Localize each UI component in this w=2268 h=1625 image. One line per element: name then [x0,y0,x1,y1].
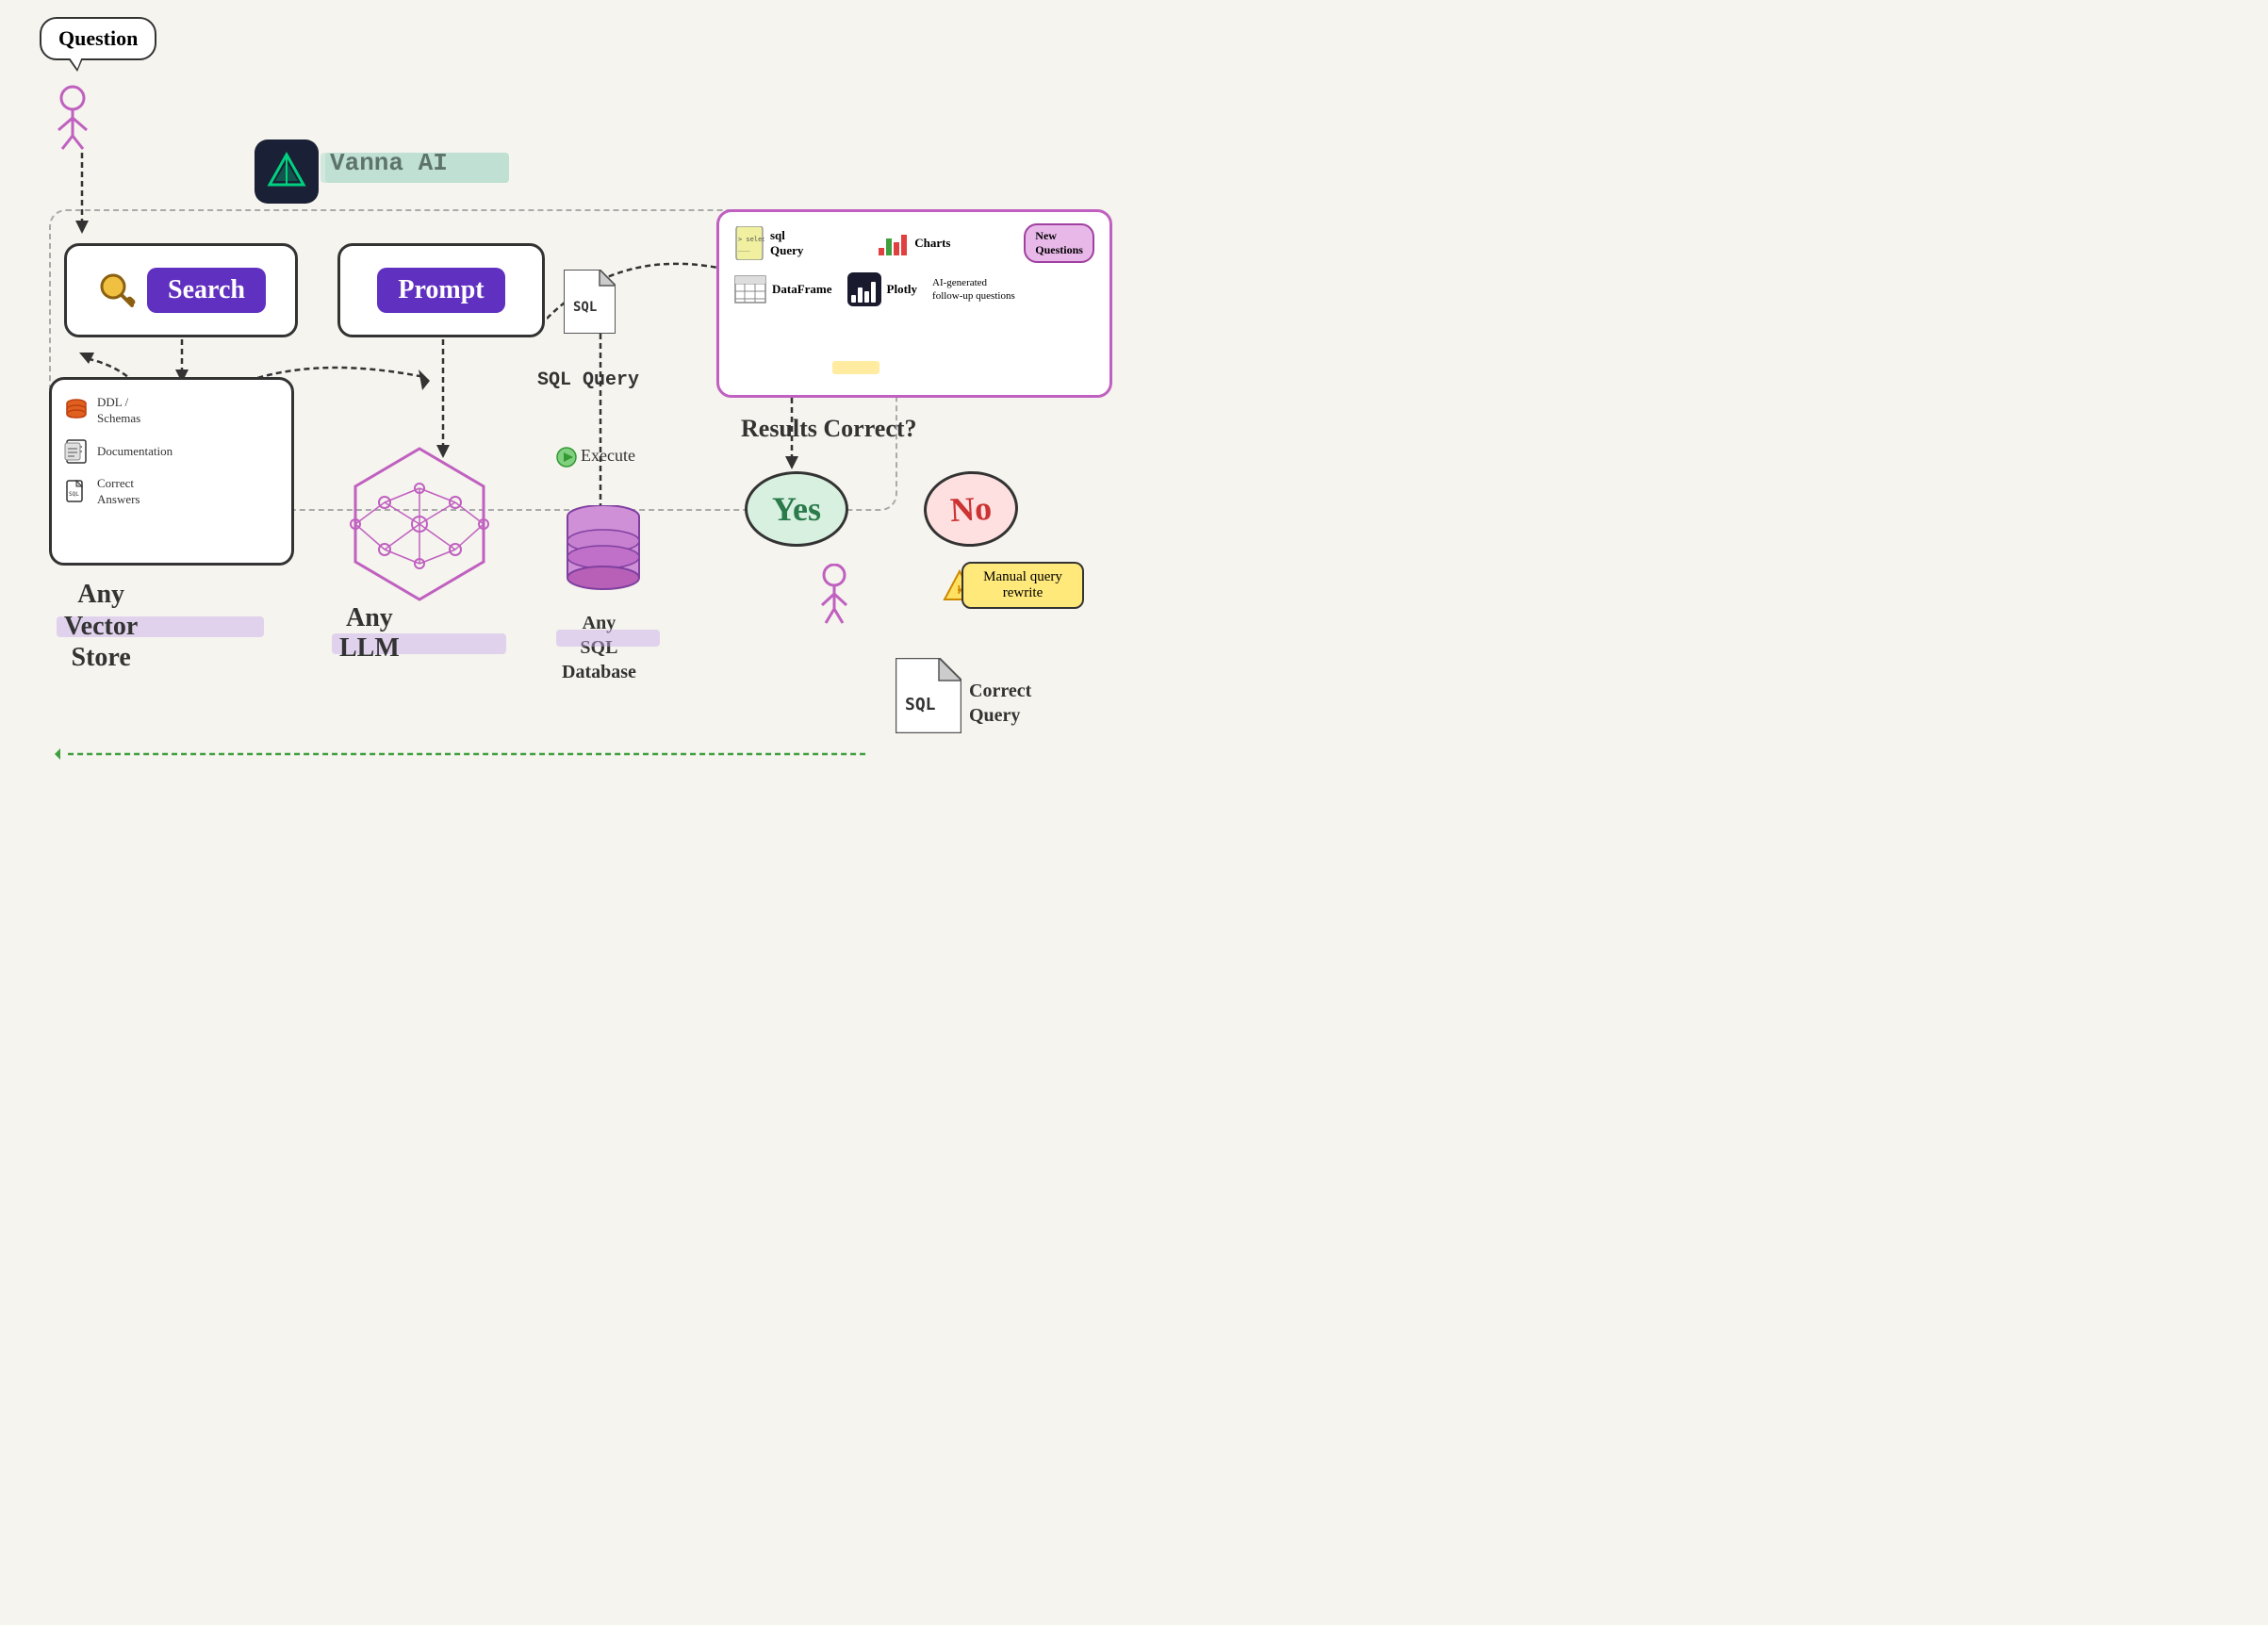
database-icon [63,398,90,424]
database-cylinder-icon [561,505,646,599]
doc-item: Documentation [52,433,291,470]
charts-output-item: Charts [877,229,950,257]
yes-bubble: Yes [745,471,848,547]
ai-followup-text: AI-generatedfollow-up questions [932,276,1015,304]
sql-correct-file-icon: SQL [896,658,961,733]
results-output-box: > select ___ sqlQuery Charts [716,209,1112,398]
sql-file-icon: SQL [564,270,616,334]
plotly-highlight [832,361,879,374]
sql-query-output-item: > select ___ sqlQuery [734,226,803,260]
db-highlight [556,630,660,647]
plotly-output-item: Plotly [847,272,918,306]
teal-vanna-bg [320,153,509,183]
svg-text:SQL: SQL [69,491,79,498]
question-bubble: Question [40,17,156,60]
question-text: Question [58,26,138,50]
table-icon [734,275,766,304]
green-feedback-arrow [55,735,903,773]
ddl-text: DDL /Schemas [97,395,140,427]
db-label: AnySQLDatabase [562,611,636,684]
vector-store-label: AnyVectorStore [64,579,138,674]
ddl-item: DDL /Schemas [52,389,291,433]
plotly-icon [847,272,881,306]
execute-play-icon [556,447,577,468]
person-icon [49,85,96,151]
person-under-bubbles-icon [811,564,858,625]
document-icon [63,438,90,465]
dataframe-output-item: DataFrame [734,275,832,304]
vector-store-box: DDL /Schemas Documentation [49,377,294,566]
plotly-label: Plotly [887,282,918,297]
arrow-sql-to-db [586,334,615,522]
search-box: Search [64,243,298,337]
svg-text:> select: > select [738,236,764,243]
doc-text: Documentation [97,444,173,459]
correct-text: CorrectAnswers [97,476,140,508]
prompt-box: Prompt [337,243,545,337]
search-label: Search [147,268,266,313]
vanna-logo [255,140,319,204]
svg-text:SQL: SQL [905,695,936,714]
new-questions-bubble: NewQuestions [1024,223,1094,263]
no-bubble: No [922,468,1020,549]
correct-query-label: CorrectQuery [969,679,1031,728]
sql-code-icon: > select ___ [734,226,764,260]
correct-item: SQL CorrectAnswers [52,470,291,514]
chart-icon [877,229,909,257]
diagram: Question Vanna AI [0,0,1134,812]
svg-text:___: ___ [738,244,750,252]
svg-text:SQL: SQL [573,300,597,315]
search-icon [96,270,138,311]
llm-brain-icon [328,441,512,606]
prompt-label: Prompt [377,268,504,313]
sql-file-small-icon: SQL [63,479,90,505]
results-correct-label: Results Correct? [741,415,917,443]
llm-label: AnyLLM [339,603,400,664]
manual-rewrite-label: Manual query rewrite [961,562,1084,609]
